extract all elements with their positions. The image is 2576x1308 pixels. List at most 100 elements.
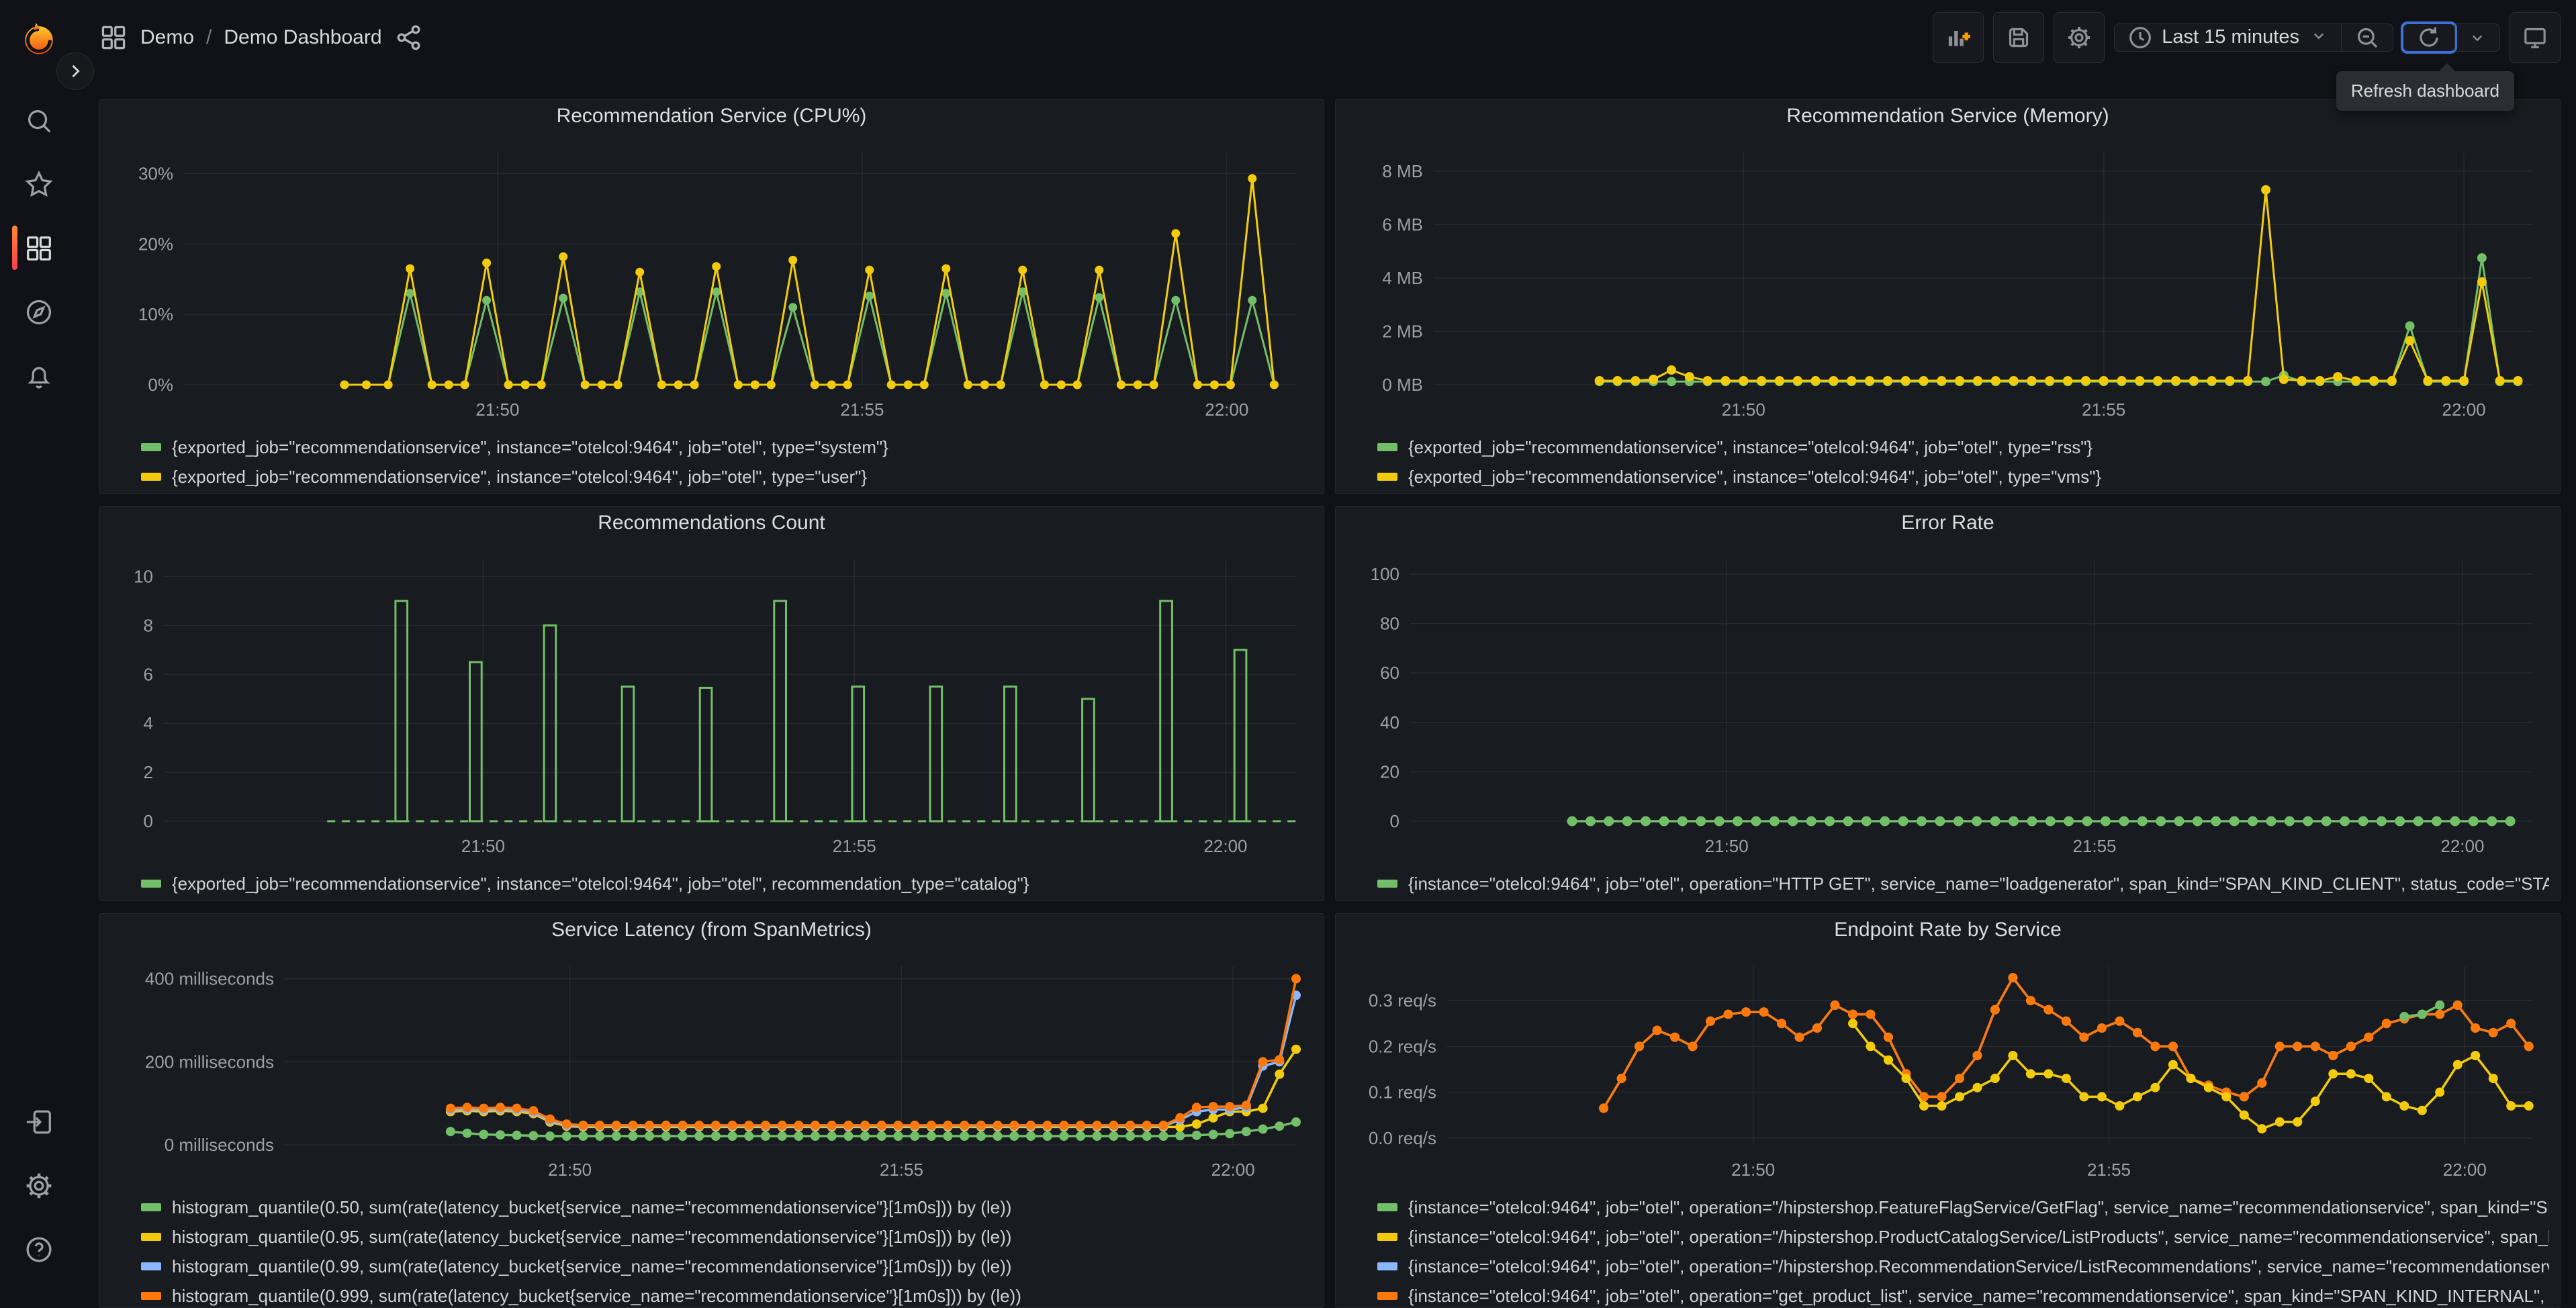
- sidebar: [0, 0, 94, 1308]
- panel-title[interactable]: Recommendation Service (CPU%): [110, 100, 1313, 132]
- sidebar-item-alerting[interactable]: [0, 344, 77, 408]
- dashboard-settings-button[interactable]: [2054, 11, 2105, 63]
- breadcrumb-section[interactable]: Demo: [140, 26, 194, 49]
- panel-title[interactable]: Recommendations Count: [110, 507, 1313, 539]
- legend-item[interactable]: histogram_quantile(0.999, sum(rate(laten…: [141, 1281, 1313, 1307]
- grafana-logo-icon[interactable]: [19, 19, 58, 58]
- legend-item[interactable]: {instance="otelcol:9464", job="otel", op…: [1377, 1222, 2549, 1252]
- share-icon[interactable]: [394, 23, 424, 52]
- svg-text:21:50: 21:50: [1731, 1160, 1775, 1180]
- refresh-dashboard-button[interactable]: [2401, 21, 2457, 54]
- legend-swatch-icon: [141, 473, 161, 481]
- time-range-picker[interactable]: Last 15 minutes: [2115, 24, 2341, 51]
- service-latency-chart[interactable]: 0 milliseconds 200 milliseconds 400 millis…: [110, 946, 1313, 1188]
- cpu-chart[interactable]: 0% 10% 20% 30% 21:50 21:55 22:00: [110, 132, 1313, 428]
- legend: {exported_job="recommendationservice", i…: [1346, 432, 2549, 492]
- recommendations-count-chart[interactable]: 0 2 4 6 8 10 21:50 21:55 22:00: [110, 539, 1313, 865]
- save-dashboard-button[interactable]: [1993, 11, 2045, 63]
- legend-item[interactable]: {instance="otelcol:9464", job="otel", op…: [1377, 1252, 2549, 1281]
- legend-label: {exported_job="recommendationservice", i…: [1408, 436, 2093, 457]
- svg-text:21:55: 21:55: [840, 400, 884, 420]
- svg-text:8: 8: [144, 615, 153, 635]
- legend-item[interactable]: histogram_quantile(0.99, sum(rate(latenc…: [141, 1252, 1313, 1281]
- legend-item[interactable]: histogram_quantile(0.50, sum(rate(latenc…: [141, 1193, 1313, 1222]
- sidebar-item-search[interactable]: [0, 89, 77, 152]
- legend-item[interactable]: {exported_job="recommendationservice", i…: [141, 869, 1313, 898]
- legend-swatch-icon: [1377, 443, 1397, 451]
- refresh-tooltip: Refresh dashboard: [2336, 63, 2514, 111]
- panel-title[interactable]: Error Rate: [1346, 507, 2549, 539]
- legend-label: {instance="otelcol:9464", job="otel", op…: [1408, 873, 2549, 894]
- time-series-plot[interactable]: 0 20 40 60 80 100 21:50 21:55 22:00: [1346, 539, 2548, 861]
- sign-in-icon: [26, 1110, 51, 1133]
- breadcrumb-page-title[interactable]: Demo Dashboard: [224, 26, 381, 49]
- legend-item[interactable]: {instance="otelcol:9464", job="otel", op…: [1377, 1281, 2549, 1307]
- legend-item[interactable]: {instance="otelcol:9464", job="otel", op…: [1377, 869, 2549, 898]
- sidebar-item-starred[interactable]: [0, 152, 77, 216]
- time-series-plot[interactable]: 0% 10% 20% 30% 21:50 21:55 22:00: [110, 132, 1312, 425]
- dashboard-grid: Recommendation Service (CPU%) 0% 10% 20% 30…: [77, 75, 2576, 1308]
- time-series-plot[interactable]: 0 2 4 6 8 10 21:50 21:55 22:00: [110, 539, 1312, 861]
- endpoint-rate-chart[interactable]: 0.0 req/s 0.1 req/s 0.2 req/s 0.3 req/s 21:5…: [1346, 946, 2549, 1188]
- legend-item[interactable]: {exported_job="recommendationservice", i…: [1377, 462, 2549, 492]
- time-series-plot[interactable]: 0 milliseconds 200 milliseconds 400 millis…: [110, 946, 1312, 1185]
- legend-label: {instance="otelcol:9464", job="otel", op…: [1408, 1226, 2549, 1247]
- svg-text:10: 10: [134, 567, 153, 587]
- legend-swatch-icon: [1377, 473, 1397, 481]
- time-range-zoom-out-button[interactable]: [2341, 24, 2393, 51]
- legend-item[interactable]: {exported_job="recommendationservice", i…: [1377, 432, 2549, 462]
- legend: {instance="otelcol:9464", job="otel", op…: [1346, 869, 2549, 898]
- sidebar-item-help[interactable]: [0, 1217, 77, 1281]
- svg-text:30%: 30%: [138, 164, 173, 184]
- legend-item[interactable]: {exported_job="recommendationservice", i…: [141, 462, 1313, 492]
- sidebar-item-dashboards[interactable]: [0, 216, 77, 280]
- svg-text:0 milliseconds: 0 milliseconds: [165, 1135, 274, 1155]
- panel-title[interactable]: Service Latency (from SpanMetrics): [110, 914, 1313, 946]
- memory-chart[interactable]: 0 MB 2 MB 4 MB 6 MB 8 MB 21:50 21:55 22:00: [1346, 132, 2549, 428]
- error-rate-chart[interactable]: 0 20 40 60 80 100 21:50 21:55 22:00: [1346, 539, 2549, 865]
- legend-label: histogram_quantile(0.99, sum(rate(latenc…: [172, 1256, 1012, 1276]
- legend-swatch-icon: [1377, 1233, 1397, 1241]
- sidebar-item-explore[interactable]: [0, 280, 77, 344]
- legend-swatch-icon: [1377, 1262, 1397, 1270]
- sidebar-item-settings[interactable]: [0, 1154, 77, 1217]
- legend-label: {exported_job="recommendationservice", i…: [172, 466, 868, 487]
- breadcrumb: Demo / Demo Dashboard: [99, 23, 424, 52]
- sidebar-item-sign-in[interactable]: [0, 1090, 77, 1154]
- legend-label: {exported_job="recommendationservice", i…: [1408, 466, 2102, 487]
- svg-text:0%: 0%: [148, 375, 173, 395]
- add-panel-button[interactable]: [1933, 11, 1984, 63]
- panel-service-latency: Service Latency (from SpanMetrics) 0 mil…: [99, 913, 1324, 1308]
- legend-swatch-icon: [141, 1203, 161, 1211]
- panel-title[interactable]: Endpoint Rate by Service: [1346, 914, 2549, 946]
- svg-text:0: 0: [144, 811, 153, 831]
- svg-text:21:50: 21:50: [461, 836, 505, 856]
- time-series-plot[interactable]: 0.0 req/s 0.1 req/s 0.2 req/s 0.3 req/s 21:5…: [1346, 946, 2548, 1185]
- legend-label: {instance="otelcol:9464", job="otel", op…: [1408, 1256, 2549, 1276]
- search-icon: [28, 109, 50, 132]
- legend-item[interactable]: {instance="otelcol:9464", job="otel", op…: [1377, 1193, 2549, 1222]
- clock-icon: [2129, 26, 2152, 48]
- svg-text:21:50: 21:50: [548, 1160, 592, 1180]
- svg-text:21:55: 21:55: [2082, 400, 2125, 420]
- refresh-interval-dropdown[interactable]: [2454, 24, 2499, 51]
- legend-item[interactable]: {exported_job="recommendationservice", i…: [141, 432, 1313, 462]
- legend: {instance="otelcol:9464", job="otel", op…: [1346, 1193, 2549, 1307]
- sidebar-expand-button[interactable]: [56, 52, 94, 90]
- chevron-right-icon: [72, 64, 80, 78]
- time-range-label: Last 15 minutes: [2162, 26, 2299, 48]
- legend-label: {instance="otelcol:9464", job="otel", op…: [1408, 1285, 2549, 1306]
- svg-text:22:00: 22:00: [1203, 836, 1247, 856]
- apps-grid-icon[interactable]: [99, 23, 128, 52]
- time-series-plot[interactable]: 0 MB 2 MB 4 MB 6 MB 8 MB 21:50 21:55 22:00: [1346, 132, 2548, 425]
- chevron-down-icon: [2472, 35, 2483, 41]
- svg-text:200 milliseconds: 200 milliseconds: [145, 1052, 274, 1072]
- breadcrumb-separator: /: [206, 26, 212, 48]
- legend-label: histogram_quantile(0.999, sum(rate(laten…: [172, 1285, 1021, 1306]
- svg-text:22:00: 22:00: [1211, 1160, 1255, 1180]
- svg-text:60: 60: [1380, 663, 1399, 683]
- svg-text:20%: 20%: [138, 234, 173, 254]
- legend-item[interactable]: histogram_quantile(0.95, sum(rate(latenc…: [141, 1222, 1313, 1252]
- legend-label: histogram_quantile(0.95, sum(rate(latenc…: [172, 1226, 1012, 1247]
- kiosk-mode-button[interactable]: [2510, 11, 2561, 63]
